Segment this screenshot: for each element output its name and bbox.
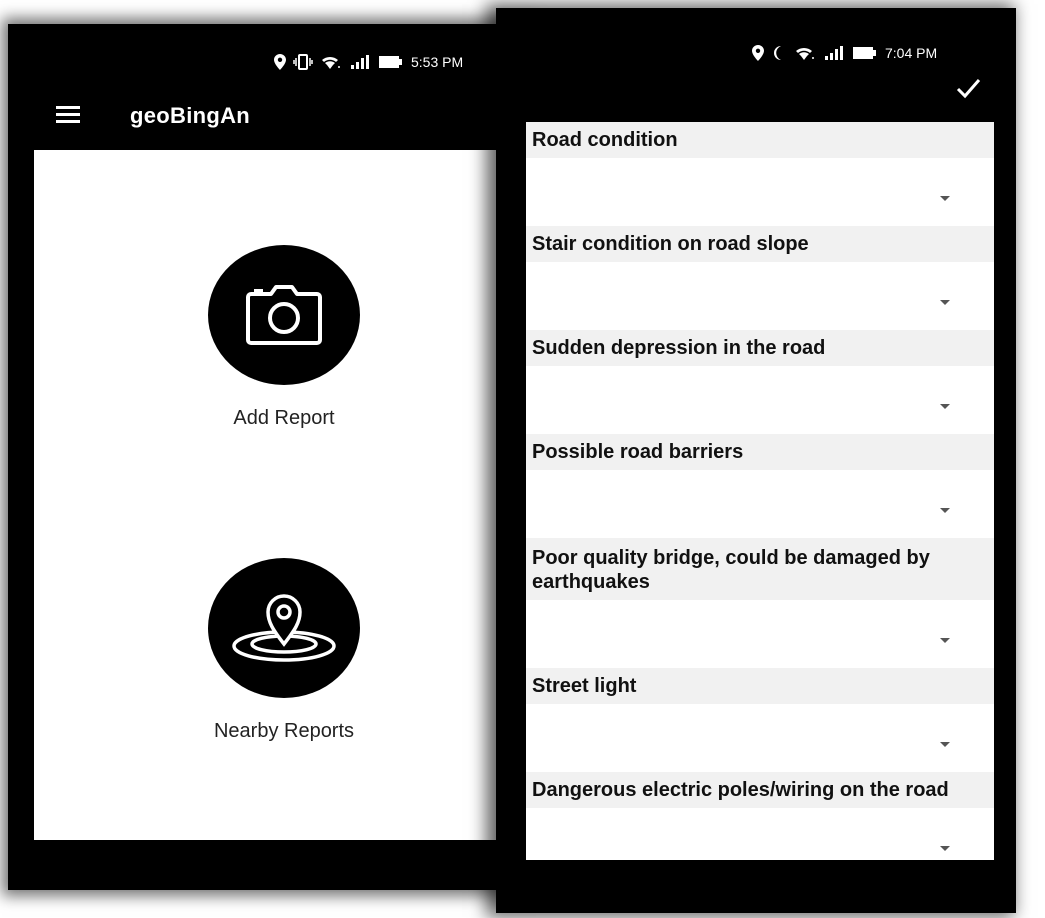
location-icon	[274, 54, 286, 70]
field-label: Street light	[526, 668, 994, 704]
field-label: Poor quality bridge, could be damaged by…	[526, 538, 994, 600]
field-poor-bridge: Poor quality bridge, could be damaged by…	[526, 538, 994, 668]
field-label: Sudden depression in the road	[526, 330, 994, 366]
field-road-condition: Road condition	[526, 122, 994, 226]
add-report-label: Add Report	[233, 407, 335, 429]
field-road-barriers: Possible road barriers	[526, 434, 994, 538]
dropdown-arrow-icon	[940, 404, 950, 409]
dropdown-arrow-icon	[940, 300, 950, 305]
field-label: Possible road barriers	[526, 434, 994, 470]
add-report-button[interactable]: Add Report	[194, 245, 374, 430]
nearby-reports-button[interactable]: Nearby Reports	[194, 558, 374, 743]
field-label: Stair condition on road slope	[526, 226, 994, 262]
status-time: 7:04 PM	[885, 45, 938, 61]
dropdown-arrow-icon	[940, 638, 950, 643]
location-icon	[752, 45, 764, 61]
field-label: Road condition	[526, 122, 994, 158]
nearby-location-icon	[232, 594, 336, 662]
vibrate-icon	[293, 54, 313, 70]
dropdown-arrow-icon	[940, 742, 950, 747]
field-electric-poles: Dangerous electric poles/wiring on the r…	[526, 772, 994, 860]
sudden-depression-select[interactable]	[526, 366, 994, 434]
check-icon[interactable]	[954, 74, 982, 102]
poor-bridge-select[interactable]	[526, 600, 994, 668]
app-title: geoBingAn	[130, 103, 251, 128]
moon-icon	[774, 46, 781, 60]
field-street-light: Street light	[526, 668, 994, 772]
road-barriers-select[interactable]	[526, 470, 994, 538]
battery-icon	[379, 56, 402, 68]
wifi-icon	[796, 47, 814, 60]
field-label: Dangerous electric poles/wiring on the r…	[526, 772, 994, 808]
camera-icon	[246, 285, 322, 345]
signal-icon	[825, 46, 843, 60]
report-form: Road condition Stair condition on road s…	[526, 122, 994, 860]
field-sudden-depression: Sudden depression in the road	[526, 330, 994, 434]
add-report-circle[interactable]	[208, 245, 360, 385]
electric-poles-select[interactable]	[526, 808, 994, 860]
wifi-icon	[322, 56, 340, 69]
street-light-select[interactable]	[526, 704, 994, 772]
dropdown-arrow-icon	[940, 846, 950, 851]
dropdown-arrow-icon	[940, 196, 950, 201]
home-screen: 5:53 PM geoBingAn Add Report Nearby Repo…	[8, 24, 530, 890]
status-bar: 7:04 PM	[752, 42, 937, 64]
home-content: Add Report Nearby Reports	[34, 150, 530, 840]
menu-icon[interactable]	[56, 106, 80, 124]
nearby-reports-label: Nearby Reports	[213, 720, 355, 742]
road-condition-select[interactable]	[526, 158, 994, 226]
status-time: 5:53 PM	[411, 54, 464, 70]
stair-condition-select[interactable]	[526, 262, 994, 330]
report-form-screen: 7:04 PM Road condition Stair condition o…	[496, 8, 1016, 913]
field-stair-condition: Stair condition on road slope	[526, 226, 994, 330]
dropdown-arrow-icon	[940, 508, 950, 513]
nearby-reports-circle[interactable]	[208, 558, 360, 698]
signal-icon	[351, 55, 369, 69]
status-bar: 5:53 PM	[274, 51, 463, 73]
battery-icon	[853, 47, 876, 59]
